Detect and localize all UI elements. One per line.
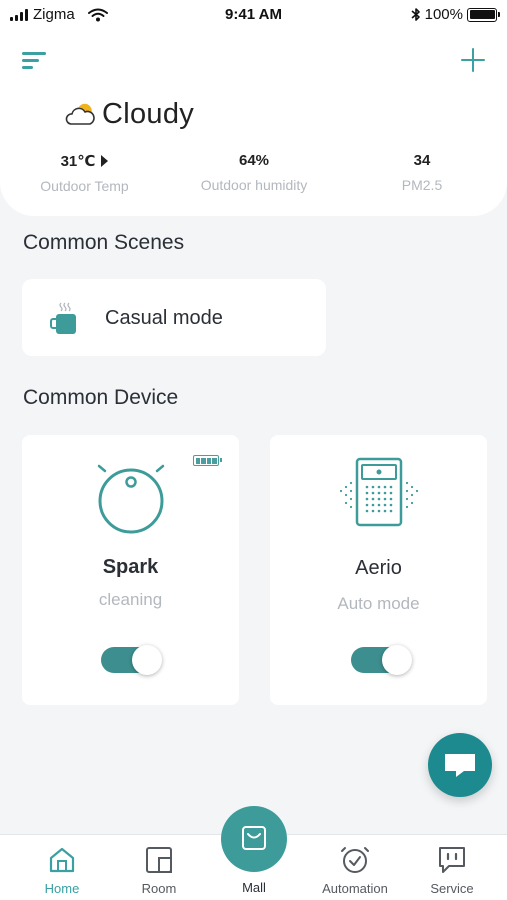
add-device-button[interactable] [459, 46, 487, 74]
nav-automation-label: Automation [322, 881, 388, 896]
device-power-toggle[interactable] [101, 645, 162, 675]
pm25-label: PM2.5 [401, 177, 443, 193]
device-card-aerio[interactable]: Aerio Auto mode [270, 435, 487, 705]
nav-service[interactable]: Service [407, 845, 497, 896]
humidity-value: 64% [238, 152, 270, 169]
temp-label: Outdoor Temp [40, 178, 129, 194]
home-icon [49, 847, 75, 873]
weather-condition: Cloudy [64, 98, 194, 131]
nav-mall-label: Mall [242, 880, 266, 895]
battery-icon [467, 7, 500, 22]
nav-mall[interactable] [221, 806, 287, 872]
device-power-toggle[interactable] [351, 645, 412, 675]
nav-room-label: Room [141, 881, 177, 896]
cloudy-weather-icon [65, 103, 95, 125]
device-name: Aerio [355, 557, 402, 579]
shopping-bag-icon [242, 826, 266, 850]
air-purifier-icon [339, 457, 418, 527]
play-triangle-icon [101, 155, 109, 167]
nav-room[interactable]: Room [114, 845, 204, 896]
pm25-value: 34 [413, 152, 431, 169]
coffee-cup-icon [50, 302, 76, 334]
room-icon [146, 847, 172, 873]
pm25-stat: 34 PM2.5 [382, 152, 462, 193]
humidity-label: Outdoor humidity [200, 177, 308, 193]
nav-automation[interactable]: Automation [310, 845, 400, 896]
scenes-section-title: Common Scenes [23, 231, 185, 254]
service-chat-icon [439, 847, 465, 873]
battery-status: 100% [411, 6, 500, 23]
weather-card: Cloudy 31℃ Outdoor Temp 64% Outdoor humi… [0, 30, 507, 216]
device-status: Auto mode [337, 594, 420, 613]
menu-icon[interactable] [22, 50, 48, 72]
battery-percent: 100% [424, 6, 463, 23]
nav-service-label: Service [430, 881, 474, 896]
scene-card-casual-mode[interactable]: Casual mode [22, 279, 326, 356]
bluetooth-icon [411, 8, 420, 21]
nav-home-label: Home [44, 881, 80, 896]
outdoor-temp-stat[interactable]: 31℃ Outdoor Temp [22, 152, 147, 194]
chat-support-button[interactable] [428, 733, 492, 797]
status-bar: Zigma 9:41 AM 100% [0, 0, 507, 30]
chat-bubble-icon [445, 754, 475, 777]
robot-vacuum-icon [97, 464, 164, 534]
toggle-knob [132, 645, 162, 675]
devices-section-title: Common Device [23, 386, 179, 409]
nav-home[interactable]: Home [17, 845, 107, 896]
device-name: Spark [102, 556, 159, 578]
scene-label: Casual mode [105, 307, 223, 329]
device-status: cleaning [98, 590, 163, 609]
device-card-spark[interactable]: Spark cleaning [22, 435, 239, 705]
weather-title: Cloudy [102, 98, 195, 130]
alarm-clock-icon [341, 847, 369, 873]
toggle-knob [382, 645, 412, 675]
temp-value: 31℃ [60, 153, 96, 170]
outdoor-humidity-stat: 64% Outdoor humidity [188, 152, 320, 193]
